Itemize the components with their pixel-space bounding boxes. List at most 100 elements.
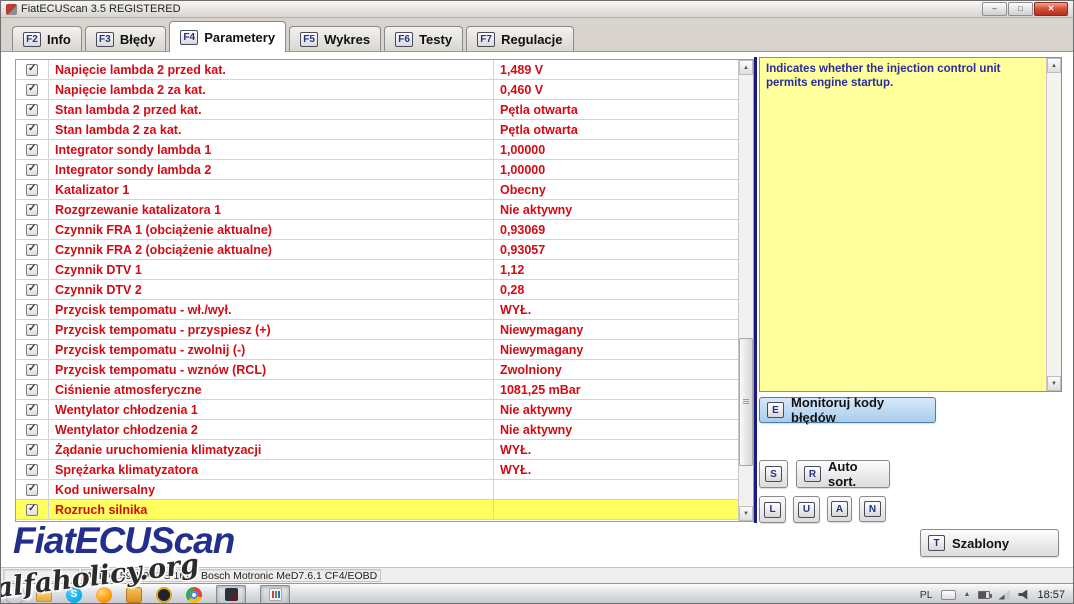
media-player-icon[interactable] (156, 586, 172, 603)
table-row[interactable]: Żądanie uruchomienia klimatyzacji WYŁ. (16, 440, 738, 460)
row-checkbox[interactable] (26, 183, 38, 196)
table-row[interactable]: Czynnik DTV 1 1,12 (16, 260, 738, 280)
language-indicator[interactable]: PL (920, 589, 933, 601)
param-name: Czynnik DTV 1 (49, 260, 494, 279)
show-hidden-icons-icon[interactable]: ▲ (964, 591, 971, 598)
table-row[interactable]: Czynnik FRA 1 (obciążenie aktualne) 0,93… (16, 220, 738, 240)
scrollbar-thumb[interactable] (739, 338, 753, 466)
row-checkbox[interactable] (26, 143, 38, 156)
u-button[interactable]: U (793, 496, 820, 523)
table-row[interactable]: Ciśnienie atmosferyczne 1081,25 mBar (16, 380, 738, 400)
tab-info[interactable]: F2 Info (12, 26, 82, 51)
table-row[interactable]: Sprężarka klimatyzatora WYŁ. (16, 460, 738, 480)
taskbar-app-chart[interactable] (260, 584, 290, 603)
param-value: Pętla otwarta (500, 102, 578, 117)
row-checkbox[interactable] (26, 63, 38, 76)
table-row[interactable]: Stan lambda 2 przed kat. Pętla otwarta (16, 100, 738, 120)
templates-button[interactable]: T Szablony (920, 529, 1059, 557)
param-value: 0,28 (500, 282, 525, 297)
close-button[interactable]: ✕ (1034, 2, 1068, 16)
param-value (494, 480, 738, 499)
row-checkbox[interactable] (26, 343, 38, 356)
app-icon (6, 3, 17, 15)
templates-button-label: Szablony (952, 535, 1010, 551)
n-button[interactable]: N (859, 496, 886, 522)
row-checkbox[interactable] (26, 163, 38, 176)
row-checkbox[interactable] (26, 243, 38, 256)
table-row[interactable]: Napięcie lambda 2 przed kat. 1,489 V (16, 60, 738, 80)
row-checkbox[interactable] (26, 263, 38, 276)
scroll-up-arrow-icon[interactable]: ▲ (739, 60, 753, 75)
tab-bledy[interactable]: F3 Błędy (84, 26, 167, 51)
param-name: Przycisk tempomatu - przyspiesz (+) (49, 320, 494, 339)
volume-icon[interactable] (1018, 589, 1028, 600)
a-button[interactable]: A (827, 496, 852, 522)
row-checkbox[interactable] (26, 503, 38, 516)
table-row[interactable]: Rozruch silnika (16, 500, 738, 520)
row-checkbox[interactable] (26, 123, 38, 136)
row-checkbox[interactable] (26, 423, 38, 436)
scroll-down-arrow-icon[interactable]: ▼ (739, 506, 753, 521)
title-bar[interactable]: FiatECUScan 3.5 REGISTERED – □ ✕ (1, 1, 1073, 18)
table-row[interactable]: Czynnik FRA 2 (obciążenie aktualne) 0,93… (16, 240, 738, 260)
info-scroll-down-icon[interactable]: ▼ (1047, 376, 1061, 391)
param-name: Sprężarka klimatyzatora (49, 460, 494, 479)
row-checkbox[interactable] (26, 323, 38, 336)
row-checkbox[interactable] (26, 223, 38, 236)
table-row[interactable]: Katalizator 1 Obecny (16, 180, 738, 200)
table-row[interactable]: Czynnik DTV 2 0,28 (16, 280, 738, 300)
table-row[interactable]: Integrator sondy lambda 1 1,00000 (16, 140, 738, 160)
row-checkbox[interactable] (26, 443, 38, 456)
row-checkbox[interactable] (26, 283, 38, 296)
parameter-info-box: Indicates whether the injection control … (759, 57, 1062, 392)
table-row[interactable]: Napięcie lambda 2 za kat. 0,460 V (16, 80, 738, 100)
param-name: Wentylator chłodzenia 1 (49, 400, 494, 419)
tab-regulacje[interactable]: F7 Regulacje (466, 26, 574, 51)
row-checkbox[interactable] (26, 463, 38, 476)
sort-button[interactable]: S (759, 460, 788, 488)
tab-parametery[interactable]: F4 Parametery (169, 21, 287, 52)
table-row[interactable]: Wentylator chłodzenia 1 Nie aktywny (16, 400, 738, 420)
table-row[interactable]: Przycisk tempomatu - wznów (RCL) Zwolnio… (16, 360, 738, 380)
battery-icon[interactable] (978, 590, 993, 599)
app-orange-icon[interactable] (126, 586, 142, 603)
param-value: WYŁ. (500, 442, 532, 457)
param-value: 0,93057 (500, 242, 546, 257)
keyboard-layout-icon[interactable] (940, 589, 956, 600)
table-row[interactable]: Rozgrzewanie katalizatora 1 Nie aktywny (16, 200, 738, 220)
s-key-badge: S (765, 466, 782, 482)
network-icon[interactable] (998, 589, 1011, 600)
minimize-button[interactable]: – (982, 2, 1007, 16)
row-checkbox[interactable] (26, 483, 38, 496)
table-row[interactable]: Przycisk tempomatu - zwolnij (-) Niewyma… (16, 340, 738, 360)
table-row[interactable]: Stan lambda 2 za kat. Pętla otwarta (16, 120, 738, 140)
chrome-icon[interactable] (186, 586, 202, 603)
param-value: Nie aktywny (500, 402, 573, 417)
row-checkbox[interactable] (26, 83, 38, 96)
table-row[interactable]: Przycisk tempomatu - przyspiesz (+) Niew… (16, 320, 738, 340)
row-checkbox[interactable] (26, 403, 38, 416)
row-checkbox[interactable] (26, 303, 38, 316)
table-scrollbar[interactable]: ▲ ▼ (738, 60, 753, 521)
tab-testy[interactable]: F6 Testy (384, 26, 464, 51)
row-checkbox[interactable] (26, 383, 38, 396)
checkbox-cell (16, 60, 49, 79)
info-box-scrollbar[interactable]: ▲ ▼ (1046, 58, 1061, 391)
param-value: Niewymagany (500, 342, 584, 357)
clock[interactable]: 18:57 (1037, 589, 1065, 601)
auto-sort-button[interactable]: R Auto sort. (796, 459, 890, 489)
table-row[interactable]: Przycisk tempomatu - wł./wył. WYŁ. (16, 300, 738, 320)
info-scroll-up-icon[interactable]: ▲ (1047, 58, 1061, 73)
monitor-error-codes-button[interactable]: E Monitoruj kody błędów (759, 395, 936, 425)
table-row[interactable]: Kod uniwersalny (16, 480, 738, 500)
param-name: Integrator sondy lambda 2 (49, 160, 494, 179)
table-row[interactable]: Wentylator chłodzenia 2 Nie aktywny (16, 420, 738, 440)
row-checkbox[interactable] (26, 363, 38, 376)
tab-wykres[interactable]: F5 Wykres (289, 26, 382, 51)
taskbar-app-fiatecuscan[interactable] (216, 584, 246, 603)
table-row[interactable]: Integrator sondy lambda 2 1,00000 (16, 160, 738, 180)
row-checkbox[interactable] (26, 203, 38, 216)
maximize-button[interactable]: □ (1008, 2, 1033, 16)
row-checkbox[interactable] (26, 103, 38, 116)
l-button[interactable]: L (759, 496, 786, 523)
